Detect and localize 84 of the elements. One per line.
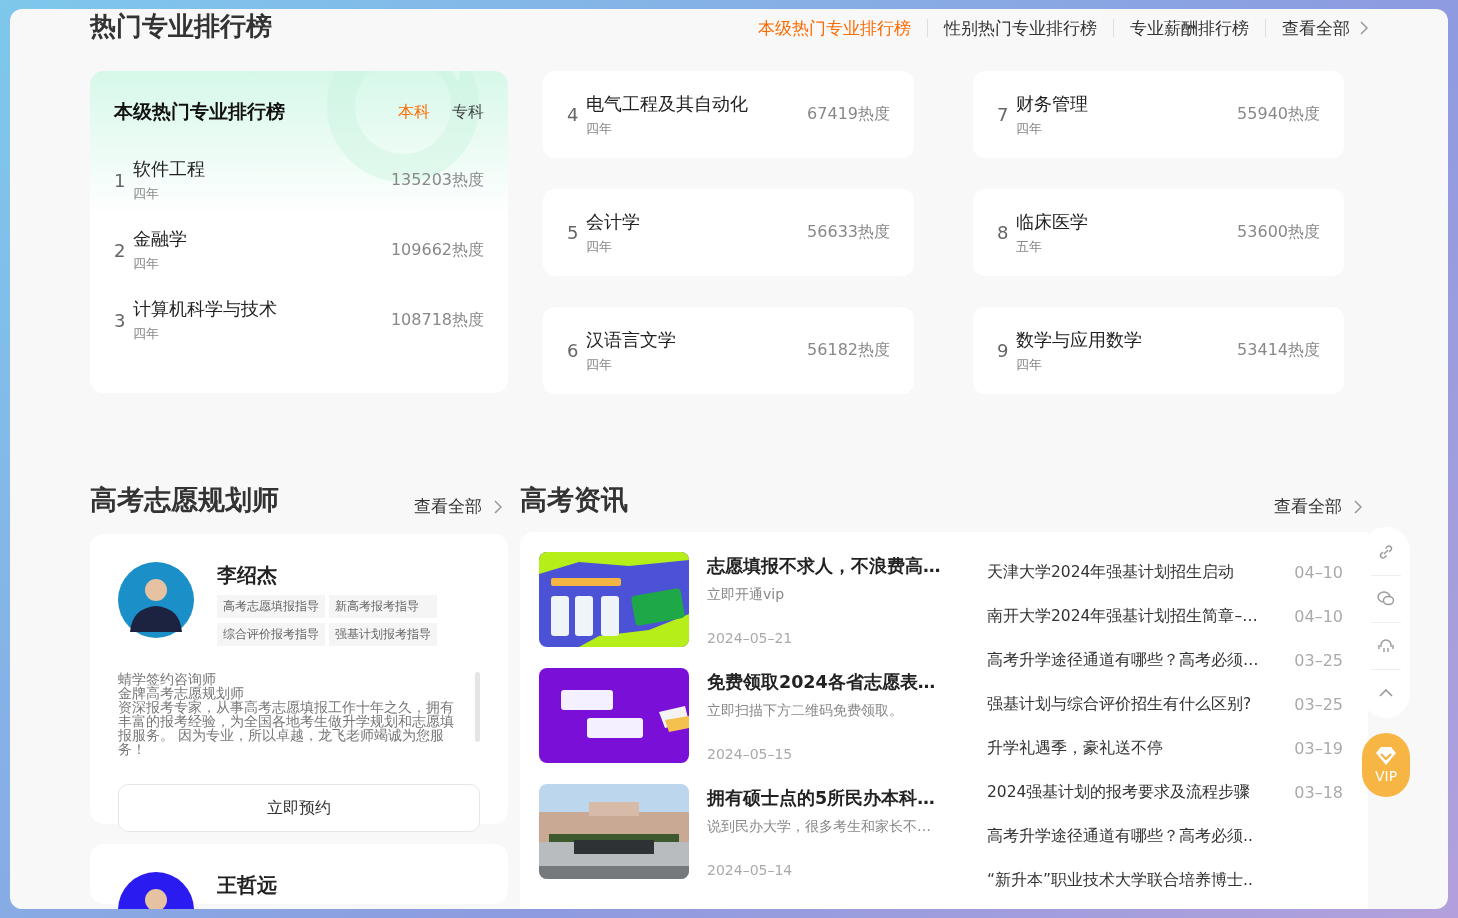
diamond-icon [1374, 746, 1398, 766]
major-name[interactable]: 软件工程 [133, 157, 391, 181]
rank-number: 2 [114, 239, 127, 261]
chevron-right-icon [1360, 21, 1368, 35]
major-name: 数学与应用数学 [1016, 327, 1143, 352]
major-name: 财务管理 [1016, 91, 1089, 116]
planner-name: 王哲远 [217, 872, 277, 899]
duration-label: 四年 [133, 255, 160, 273]
news-link[interactable]: 高考升学途径通道有哪些？高考必须.. [987, 825, 1253, 847]
rank-number: 5 [567, 222, 580, 243]
rank-number: 9 [997, 340, 1010, 361]
duration-label: 四年 [586, 355, 613, 374]
chevron-right-icon [494, 500, 502, 514]
duration-label: 四年 [586, 237, 613, 256]
rank-number: 3 [114, 309, 127, 331]
book-button[interactable]: 立即预约 [118, 784, 480, 832]
ranking-tab[interactable]: 专业薪酬排行榜 [1130, 16, 1249, 40]
rank-number: 8 [997, 222, 1010, 243]
news-date: 04–10 [1294, 562, 1343, 582]
section-title: 高考资讯 [520, 483, 629, 517]
news-date: 04–10 [1294, 606, 1343, 626]
scrollbar[interactable] [475, 672, 480, 742]
heat-value: 56633热度 [807, 222, 890, 243]
tag: 高考志愿填报指导 [217, 595, 325, 618]
news-link[interactable]: 高考升学途径通道有哪些？高考必须… [987, 649, 1259, 671]
rank-number: 6 [567, 340, 580, 361]
news-summary: 立即扫描下方二维码免费领取。 [707, 702, 904, 720]
duration-label: 四年 [133, 185, 160, 203]
bio-text: 金牌高考志愿规划师 [118, 686, 244, 700]
news-date: 2024–05–14 [707, 862, 794, 878]
news-link[interactable]: 强基计划与综合评价招生有什么区别? [987, 693, 1252, 715]
section-title: 高考志愿规划师 [90, 483, 280, 517]
heat-value: 108718热度 [390, 309, 484, 331]
major-name[interactable]: 计算机科学与技术 [133, 297, 391, 321]
tag: 强基计划报考指导 [329, 623, 437, 646]
major-name: 电气工程及其自动化 [586, 91, 749, 116]
major-name: 临床医学 [1016, 209, 1089, 234]
view-all-link[interactable]: 查看全部 [414, 495, 482, 518]
news-date: 03–19 [1294, 738, 1343, 758]
tag: 新高考报考指导 [329, 595, 437, 618]
heat-value: 56182热度 [807, 340, 890, 361]
rank-number: 4 [567, 104, 580, 125]
chevron-right-icon [1354, 500, 1362, 514]
bio-text: 资深报考专家，从事高考志愿填报工作十年之久，拥有丰富的报考经验，为全国各地考生做升学规划和志愿填报服务。 因为专业，所以卓越，龙飞老师竭诚为您服务！ [118, 700, 455, 756]
news-date: 03–18 [1294, 782, 1343, 802]
major-name: 会计学 [586, 209, 641, 234]
heat-value: 67419热度 [807, 104, 890, 125]
level-tab[interactable]: 专科 [452, 101, 484, 123]
view-all-link[interactable]: 查看全部 [1274, 495, 1342, 518]
tag: 综合评价报考指导 [217, 623, 325, 646]
rank-number: 7 [997, 104, 1010, 125]
news-title[interactable]: 拥有硕士点的5所民办本科… [707, 786, 935, 810]
duration-label: 四年 [133, 325, 160, 343]
planner-name: 李绍杰 [217, 562, 278, 589]
news-link[interactable]: 天津大学2024年强基计划招生启动 [987, 561, 1235, 583]
news-link[interactable]: 南开大学2024年强基计划招生简章–… [987, 605, 1258, 627]
news-title[interactable]: 志愿填报不求人，不浪费高… [707, 554, 941, 578]
duration-label: 四年 [1016, 355, 1043, 374]
heat-value: 53414热度 [1237, 340, 1320, 361]
bio-text: 蜻学签约咨询师 [118, 672, 216, 686]
news-link[interactable]: “新升本”职业技术大学联合培养博士.. [987, 869, 1253, 891]
news-summary: 说到民办大学，很多考生和家长不… [707, 818, 932, 836]
duration-label: 四年 [1016, 119, 1043, 138]
news-date: 2024–05–21 [707, 630, 794, 646]
major-name[interactable]: 金融学 [133, 227, 391, 251]
card-title: 本级热门专业排行榜 [114, 99, 285, 124]
news-link[interactable]: 升学礼遇季，豪礼送不停 [987, 737, 1163, 759]
rank-number: 1 [114, 169, 127, 191]
news-title[interactable]: 免费领取2024各省志愿表… [707, 670, 936, 694]
heat-value: 109662热度 [390, 239, 484, 261]
news-date: 2024–05–15 [707, 746, 794, 762]
ranking-tab[interactable]: 性别热门专业排行榜 [944, 16, 1097, 40]
view-all-link[interactable]: 查看全部 [1282, 16, 1350, 40]
duration-label: 五年 [1016, 237, 1043, 256]
news-link[interactable]: 2024强基计划的报考要求及流程步骤 [987, 781, 1251, 803]
heat-value: 53600热度 [1237, 222, 1320, 243]
news-summary: 立即开通vip [707, 586, 786, 604]
news-date: 03–25 [1294, 694, 1343, 714]
major-name: 汉语言文学 [586, 327, 677, 352]
heat-value: 135203热度 [390, 169, 484, 191]
duration-label: 四年 [586, 119, 613, 138]
heat-value: 55940热度 [1237, 104, 1320, 125]
section-title: 热门专业排行榜 [90, 9, 272, 43]
news-date: 03–25 [1294, 650, 1343, 670]
